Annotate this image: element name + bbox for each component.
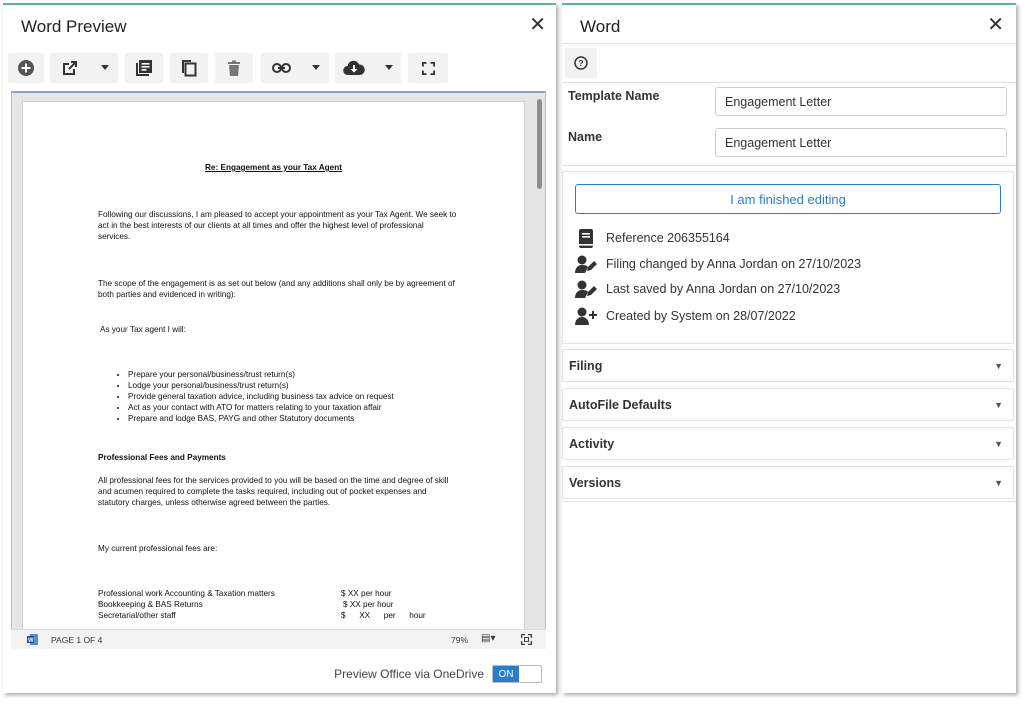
page-indicator: PAGE 1 OF 4 (51, 635, 103, 645)
name-input[interactable] (715, 128, 1007, 157)
finished-editing-button[interactable]: I am finished editing (575, 184, 1001, 214)
section-activity[interactable]: Activity ▼ (562, 427, 1014, 460)
section-filing-label: Filing (569, 358, 603, 373)
fees-table: Professional work Accounting & Taxation … (98, 588, 458, 621)
fee-value: $ XX per hour (341, 589, 392, 598)
delete-button[interactable] (215, 53, 253, 83)
download-button[interactable] (335, 53, 401, 83)
fee-row: Bookkeeping & BAS Returns $ XX per hour (98, 599, 458, 610)
last-saved-text: Last saved by Anna Jordan on 27/10/2023 (606, 282, 841, 296)
link-icon (272, 63, 291, 73)
close-preview-icon[interactable]: ✕ (529, 15, 546, 35)
document-info-card: I am finished editing Reference 20635516… (562, 171, 1014, 344)
user-edit-icon (575, 255, 597, 273)
document-bullet: Prepare and lodge BAS, PAYG and other St… (128, 413, 468, 424)
fee-label: Secretarial/other staff (98, 611, 176, 620)
document-bullet-list: Prepare your personal/business/trust ret… (128, 369, 468, 424)
help-icon: ? (574, 56, 588, 70)
onedrive-preview-toggle-row: Preview Office via OneDrive ON (334, 665, 542, 683)
fullscreen-icon (421, 61, 435, 75)
document-statusbar: W PAGE 1 OF 4 79% ▤▾ (11, 629, 546, 649)
name-label: Name (568, 130, 603, 144)
document-list-icon (136, 60, 152, 76)
open-external-button[interactable] (50, 53, 118, 83)
created-by-row: Created by System on 28/07/2022 (575, 306, 796, 326)
document-paragraph: All professional fees for the services p… (98, 476, 449, 507)
document-paragraph: Following our discussions, I am pleased … (98, 210, 457, 241)
help-button[interactable]: ? (565, 48, 597, 78)
svg-text:?: ? (578, 58, 583, 68)
divider (562, 43, 1016, 44)
document-subheading: Professional Fees and Payments (98, 453, 226, 462)
fullscreen-button[interactable] (408, 53, 448, 83)
preview-panel-title: Word Preview (21, 17, 127, 36)
chevron-down-icon: ▼ (994, 439, 1003, 449)
user-plus-icon (575, 307, 597, 325)
section-activity-label: Activity (569, 436, 615, 451)
fee-row: Professional work Accounting & Taxation … (98, 588, 458, 599)
fee-value: $ XX per hour (341, 611, 426, 620)
close-details-icon[interactable]: ✕ (987, 15, 1004, 35)
fit-page-icon[interactable] (521, 634, 532, 645)
svg-text:W: W (28, 638, 34, 644)
section-versions-label: Versions (569, 475, 622, 490)
word-app-icon: W (27, 634, 38, 645)
onedrive-toggle[interactable]: ON (492, 665, 542, 683)
reference-row: Reference 206355164 (575, 228, 730, 248)
chevron-down-icon: ▼ (994, 400, 1003, 410)
add-circle-icon (18, 60, 34, 76)
divider (562, 82, 1016, 83)
created-by-text: Created by System on 28/07/2022 (606, 309, 796, 323)
copy-icon (182, 60, 197, 77)
document-list-button[interactable] (125, 53, 163, 83)
template-name-input[interactable] (715, 87, 1007, 116)
document-bullet: Prepare your personal/business/trust ret… (128, 369, 468, 380)
document-paragraph: The scope of the engagement is as set ou… (98, 279, 455, 299)
document-page: Re: Engagement as your Tax Agent Followi… (22, 101, 525, 641)
fee-label: Bookkeeping & BAS Returns (98, 600, 203, 609)
cloud-download-icon (343, 60, 365, 76)
document-viewer[interactable]: Re: Engagement as your Tax Agent Followi… (11, 91, 546, 648)
document-bullet: Provide general taxation advice, includi… (128, 391, 468, 402)
view-mode-icon[interactable]: ▤▾ (481, 633, 495, 644)
download-dropdown-icon[interactable] (385, 65, 393, 70)
details-panel-title: Word (580, 17, 621, 36)
divider (562, 501, 1016, 502)
external-link-icon (63, 60, 77, 75)
word-preview-panel: Word Preview ✕ Re: Engagement as your Ta… (3, 3, 556, 693)
section-autofile-label: AutoFile Defaults (569, 397, 672, 412)
fee-label: Professional work Accounting & Taxation … (98, 589, 275, 598)
divider (562, 165, 1016, 166)
add-button[interactable] (8, 53, 44, 83)
section-autofile-defaults[interactable]: AutoFile Defaults ▼ (562, 388, 1014, 421)
document-paragraph: My current professional fees are: (98, 544, 218, 553)
document-heading: Re: Engagement as your Tax Agent (205, 163, 342, 172)
document-bullet: Act as your contact with ATO for matters… (128, 402, 468, 413)
word-details-panel: Word ✕ ? Template Name Name I am finishe… (562, 3, 1016, 693)
filing-changed-row: Filing changed by Anna Jordan on 27/10/2… (575, 254, 861, 274)
section-versions[interactable]: Versions ▼ (562, 466, 1014, 499)
onedrive-toggle-label: Preview Office via OneDrive (334, 667, 484, 681)
reference-text: Reference 206355164 (606, 231, 730, 245)
chevron-down-icon: ▼ (994, 478, 1003, 488)
link-button[interactable] (261, 53, 329, 83)
document-scrollbar[interactable] (537, 99, 542, 189)
filing-changed-text: Filing changed by Anna Jordan on 27/10/2… (606, 257, 862, 271)
copy-button[interactable] (170, 53, 208, 83)
section-filing[interactable]: Filing ▼ (562, 349, 1014, 382)
link-dropdown-icon[interactable] (312, 65, 320, 70)
last-saved-row: Last saved by Anna Jordan on 27/10/2023 (575, 279, 840, 299)
fee-row: Secretarial/other staff $ XX per hour (98, 610, 458, 621)
book-icon (579, 228, 593, 248)
open-external-dropdown-icon[interactable] (101, 65, 109, 70)
zoom-level: 79% (451, 635, 469, 645)
toggle-on-indicator: ON (493, 666, 519, 682)
trash-icon (228, 60, 240, 76)
fee-value: $ XX per hour (343, 600, 394, 609)
document-paragraph: As your Tax agent I will: (100, 325, 186, 334)
user-edit-icon (575, 280, 597, 298)
chevron-down-icon: ▼ (994, 361, 1003, 371)
template-name-label: Template Name (568, 89, 660, 103)
document-bullet: Lodge your personal/business/trust retur… (128, 380, 468, 391)
